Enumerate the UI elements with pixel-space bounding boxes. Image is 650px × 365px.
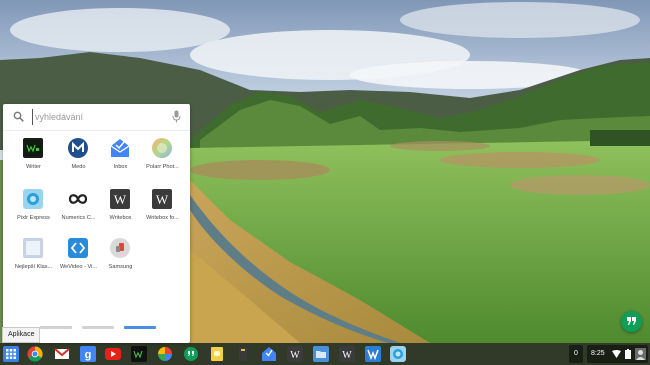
app-label: Pixlr Express: [17, 215, 50, 221]
app-tile-writebox-for-drive[interactable]: W Writebox fo...: [139, 187, 186, 237]
samsung-icon: [110, 238, 130, 258]
svg-text:W: W: [114, 192, 127, 207]
writebox-icon: W: [339, 346, 355, 362]
status-tray[interactable]: 8:25: [587, 345, 648, 363]
app-label: Writer: [26, 164, 41, 170]
shelf: g W W 0 8:25: [0, 343, 650, 365]
hangouts-button[interactable]: [621, 311, 642, 332]
app-label: Nejlepší Klas...: [14, 264, 53, 270]
pixlr-icon: [23, 189, 43, 209]
app-tile-writebox[interactable]: W Writebox: [97, 187, 144, 237]
shelf-writebox[interactable]: W: [287, 346, 303, 362]
search-input[interactable]: [32, 109, 165, 125]
keep-icon: [211, 347, 223, 361]
app-label: Numerics C...: [61, 215, 96, 221]
shelf-writebox-2[interactable]: W: [339, 346, 355, 362]
youtube-icon: [105, 348, 121, 360]
page-indicator-2[interactable]: [82, 326, 114, 329]
photos-icon: [158, 347, 172, 361]
polarr-icon: [152, 138, 172, 158]
shelf-files[interactable]: [235, 346, 251, 362]
app-label: Samsung: [108, 264, 133, 270]
writer-icon: [23, 138, 43, 158]
app-tile-writer[interactable]: Writer: [10, 136, 57, 186]
app-label: Polarr Phot...: [146, 164, 179, 170]
battery-icon: [625, 349, 631, 359]
launcher-tooltip: Aplikace: [2, 327, 41, 343]
shelf-files-folder[interactable]: [313, 346, 329, 362]
shelf-youtube[interactable]: [105, 346, 121, 362]
svg-text:g: g: [85, 349, 92, 361]
avatar: [635, 348, 646, 360]
app-launcher-icon: [3, 346, 19, 362]
app-tile-numerics[interactable]: Numerics C...: [55, 187, 102, 237]
app-tile-inbox[interactable]: Inbox: [97, 136, 144, 186]
app-launcher-button[interactable]: [3, 346, 19, 362]
page-indicator-1[interactable]: [40, 326, 72, 329]
shelf-hangouts[interactable]: [183, 346, 199, 362]
shelf-google-search[interactable]: g: [80, 346, 96, 362]
app-label: Writebox: [109, 215, 132, 221]
pixlr-icon: [390, 346, 406, 362]
chrome-icon: [27, 346, 43, 362]
app-tile-wevideo[interactable]: WeVideo - Vi...: [55, 236, 102, 286]
google-search-icon: g: [80, 346, 96, 362]
shelf-inbox[interactable]: [261, 346, 277, 362]
numerics-icon: [68, 194, 88, 204]
shelf-chrome[interactable]: [27, 346, 43, 362]
writebox-icon: W: [152, 189, 172, 209]
klasika-icon: [23, 238, 43, 258]
wevideo-icon: [68, 238, 88, 258]
medo-icon: [68, 138, 88, 158]
shelf-gmail[interactable]: [54, 346, 70, 362]
app-tile-polarr[interactable]: Polarr Phot...: [139, 136, 186, 186]
shelf-photos[interactable]: [157, 346, 173, 362]
inbox-icon: [110, 139, 130, 157]
app-tile-medo[interactable]: Medo: [55, 136, 102, 186]
launcher-search-bar: [3, 104, 190, 131]
svg-text:W: W: [342, 350, 352, 361]
search-icon: [13, 111, 24, 122]
hangouts-icon: [184, 347, 198, 361]
writebox-icon: W: [110, 189, 130, 209]
shelf-keep[interactable]: [209, 346, 225, 362]
writebox-icon: W: [287, 346, 303, 362]
shelf-kanban[interactable]: [365, 346, 381, 362]
notification-counter[interactable]: 0: [569, 345, 583, 363]
app-tile-samsung[interactable]: Samsung: [97, 236, 144, 286]
shelf-writer[interactable]: [131, 346, 147, 362]
microphone-icon[interactable]: [172, 110, 181, 123]
kanban-icon: [365, 346, 381, 362]
files-icon: [239, 347, 247, 361]
shelf-pixlr[interactable]: [390, 346, 406, 362]
svg-text:W: W: [156, 192, 169, 207]
app-label: Inbox: [113, 164, 128, 170]
svg-text:W: W: [290, 350, 300, 361]
hangouts-quote-icon: [627, 317, 636, 325]
app-label: Medo: [71, 164, 86, 170]
gmail-icon: [54, 348, 70, 359]
wifi-icon: [612, 350, 621, 358]
app-tile-klasika[interactable]: Nejlepší Klas...: [10, 236, 57, 286]
clock: 8:25: [591, 350, 605, 357]
inbox-icon: [262, 347, 276, 361]
page-indicator-3[interactable]: [124, 326, 156, 329]
app-launcher: Writer Medo Inbox: [3, 104, 190, 343]
app-label: Writebox fo...: [146, 215, 179, 221]
app-label: WeVideo - Vi...: [59, 264, 97, 270]
app-tile-pixlr[interactable]: Pixlr Express: [10, 187, 57, 237]
files-folder-icon: [313, 346, 329, 362]
writer-icon: [131, 346, 147, 362]
